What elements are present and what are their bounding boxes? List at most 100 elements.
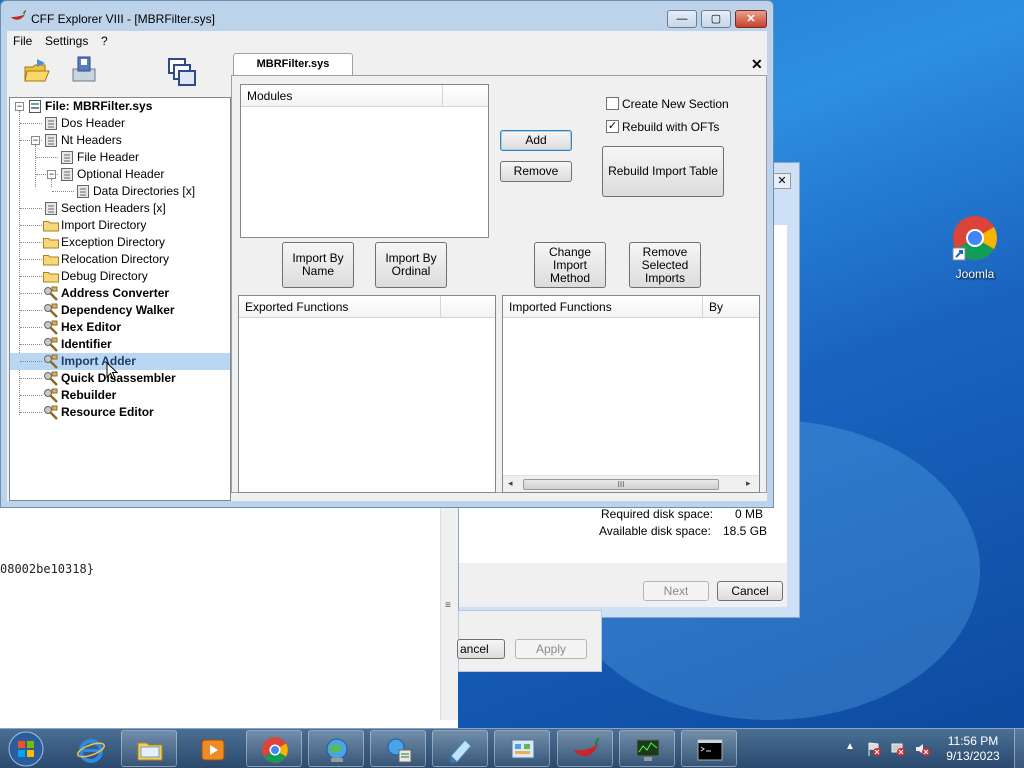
window-client-area: File Settings ? − File: MBRFilter.sys Do… [7, 31, 767, 501]
tab-close-icon[interactable]: ✕ [751, 56, 763, 73]
taskbar-chrome[interactable] [246, 730, 302, 767]
chili-pepper-icon [574, 737, 600, 757]
tab-mbrfilter[interactable]: MBRFilter.sys [233, 53, 353, 75]
taskbar-file-explorer[interactable] [121, 730, 177, 767]
tree-item-identifier[interactable]: Identifier [10, 336, 230, 353]
save-file-icon[interactable] [69, 55, 99, 85]
tree-root[interactable]: − File: MBRFilter.sys [10, 98, 230, 115]
taskbar-network-settings[interactable] [370, 730, 426, 767]
taskbar-media-player[interactable] [184, 730, 240, 767]
open-file-icon[interactable] [23, 57, 51, 85]
tree-item-import-directory[interactable]: Import Directory [10, 217, 230, 234]
tree-item-nt-headers[interactable]: − Nt Headers [10, 132, 230, 149]
system-clock[interactable]: 11:56 PM 9/13/2023 [942, 734, 1004, 764]
add-button[interactable]: Add [500, 130, 572, 151]
shortcut-label: Joomla [955, 267, 995, 281]
show-desktop-button[interactable] [1014, 729, 1024, 768]
exported-functions-list[interactable]: Exported Functions [238, 295, 496, 493]
close-button[interactable]: ✕ [735, 10, 767, 28]
scroll-right-icon[interactable]: ▸ [746, 478, 751, 489]
maximize-button[interactable]: ▢ [701, 10, 731, 28]
volume-muted-icon[interactable] [914, 741, 930, 757]
menu-help[interactable]: ? [101, 34, 108, 48]
editor-vertical-scrollbar[interactable]: ≡ [440, 500, 458, 720]
folder-icon [137, 742, 163, 761]
imported-functions-column-header[interactable]: Imported Functions [503, 296, 703, 318]
cancel-button[interactable]: Cancel [717, 581, 783, 601]
document-icon [61, 168, 73, 181]
tree-item-quick-disassembler[interactable]: Quick Disassembler [10, 370, 230, 387]
title-bar[interactable]: CFF Explorer VIII - [MBRFilter.sys] — ▢ … [1, 1, 773, 31]
tree-item-label: Section Headers [x] [61, 201, 166, 215]
tree-item-dos-header[interactable]: Dos Header [10, 115, 230, 132]
tray-overflow-icon[interactable]: ▲ [845, 741, 855, 752]
tree-item-dependency-walker[interactable]: Dependency Walker [10, 302, 230, 319]
tree-item-import-adder[interactable]: Import Adder [10, 353, 230, 370]
globe-icon [326, 738, 348, 762]
tree-item-exception-directory[interactable]: Exception Directory [10, 234, 230, 251]
rebuild-with-ofts-checkbox[interactable]: ✓ [606, 120, 619, 133]
imported-functions-horizontal-scrollbar[interactable]: ◂ III ▸ [503, 475, 759, 492]
remove-button[interactable]: Remove [500, 161, 572, 182]
taskbar-command-prompt[interactable] [681, 730, 737, 767]
import-by-name-button[interactable]: Import By Name [282, 242, 354, 288]
next-button[interactable]: Next [643, 581, 709, 601]
collapse-icon[interactable]: − [15, 102, 24, 111]
network-status-icon[interactable] [890, 741, 906, 757]
collapse-icon[interactable]: − [47, 170, 56, 179]
file-tree[interactable]: − File: MBRFilter.sys Dos Header − Nt He… [9, 97, 231, 501]
import-by-ordinal-button[interactable]: Import By Ordinal [375, 242, 447, 288]
installer-close-button[interactable]: ✕ [773, 173, 791, 189]
tree-item-label: Hex Editor [61, 320, 122, 334]
taskbar-internet-explorer[interactable] [62, 730, 118, 767]
taskbar-control-panel[interactable] [494, 730, 550, 767]
cff-explorer-window[interactable]: CFF Explorer VIII - [MBRFilter.sys] — ▢ … [0, 0, 774, 508]
background-editor-window[interactable]: 08002be10318} ≡ [0, 500, 458, 728]
tree-item-relocation-directory[interactable]: Relocation Directory [10, 251, 230, 268]
menu-settings[interactable]: Settings [45, 34, 88, 48]
rebuild-import-table-button[interactable]: Rebuild Import Table [602, 146, 724, 197]
menu-file[interactable]: File [13, 34, 32, 48]
scroll-left-icon[interactable]: ◂ [508, 478, 513, 489]
taskbar-network-tool[interactable] [308, 730, 364, 767]
scrollbar-thumb[interactable]: III [523, 479, 719, 490]
remove-selected-imports-button[interactable]: Remove Selected Imports [629, 242, 701, 288]
tools-icon [44, 388, 58, 403]
windows-icon[interactable] [167, 57, 197, 87]
taskbar: ▲ 11:56 PM 9/13/2023 [0, 728, 1024, 768]
tree-item-label: Quick Disassembler [61, 371, 176, 385]
tree-item-file-header[interactable]: File Header [10, 149, 230, 166]
desktop-shortcut-joomla[interactable]: Joomla [944, 214, 1006, 281]
tree-item-section-headers[interactable]: Section Headers [x] [10, 200, 230, 217]
column-header-empty[interactable] [443, 85, 488, 107]
desktop: Joomla 08002be10318} ≡ ✕ Required disk s… [0, 0, 1024, 728]
tree-item-resource-editor[interactable]: Resource Editor [10, 404, 230, 421]
create-new-section-checkbox[interactable] [606, 97, 619, 110]
action-center-flag-icon[interactable] [866, 741, 882, 757]
tools-icon [44, 303, 58, 318]
taskbar-notepad[interactable] [432, 730, 488, 767]
props-apply-button[interactable]: Apply [515, 639, 587, 659]
tree-item-label: File Header [77, 150, 140, 164]
tree-item-rebuilder[interactable]: Rebuilder [10, 387, 230, 404]
start-button[interactable] [6, 730, 46, 768]
tree-item-debug-directory[interactable]: Debug Directory [10, 268, 230, 285]
taskbar-cff-explorer[interactable] [557, 730, 613, 767]
modules-list[interactable]: Modules [240, 84, 489, 238]
props-cancel-button[interactable]: ancel [457, 639, 505, 659]
exported-functions-column-header[interactable]: Exported Functions [239, 296, 441, 318]
modules-column-header[interactable]: Modules [241, 85, 443, 107]
collapse-icon[interactable]: − [31, 136, 40, 145]
required-disk-space-value: 0 MB [735, 507, 764, 521]
tree-item-optional-header[interactable]: − Optional Header [10, 166, 230, 183]
change-import-method-button[interactable]: Change Import Method [534, 242, 606, 288]
tree-item-address-converter[interactable]: Address Converter [10, 285, 230, 302]
minimize-button[interactable]: — [667, 10, 697, 28]
taskbar-task-manager[interactable] [619, 730, 675, 767]
tree-item-hex-editor[interactable]: Hex Editor [10, 319, 230, 336]
column-header-empty[interactable] [441, 296, 495, 318]
tree-item-data-directories[interactable]: Data Directories [x] [10, 183, 230, 200]
by-column-header[interactable]: By [703, 296, 759, 318]
background-properties-window[interactable]: ancel Apply [457, 610, 602, 672]
imported-functions-list[interactable]: Imported Functions By ◂ III ▸ [502, 295, 760, 493]
